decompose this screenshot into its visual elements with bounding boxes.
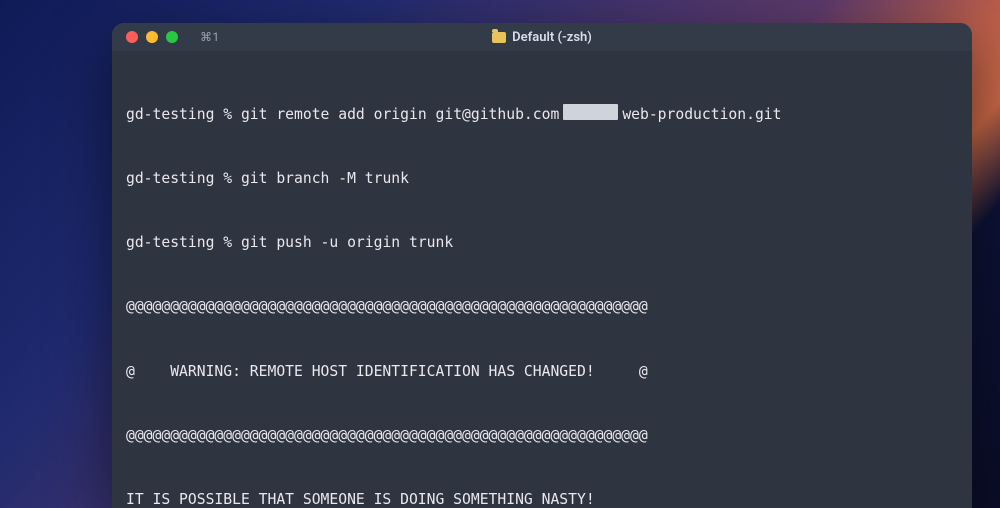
- tab-shortcut-hint: ⌘1: [200, 30, 220, 44]
- window-title: Default (-zsh): [112, 30, 972, 45]
- folder-icon: [492, 32, 506, 43]
- prompt: gd-testing %: [126, 104, 241, 125]
- command-text: git push -u origin trunk: [241, 232, 453, 253]
- minimize-icon[interactable]: [146, 31, 158, 43]
- command-text: web-production.git: [622, 104, 781, 125]
- window-title-text: Default (-zsh): [512, 30, 592, 45]
- window-titlebar: ⌘1 Default (-zsh): [112, 23, 972, 51]
- command-text: git remote add origin git@github.com: [241, 104, 559, 125]
- output-line: @@@@@@@@@@@@@@@@@@@@@@@@@@@@@@@@@@@@@@@@…: [112, 296, 972, 317]
- command-line: gd-testing % git push -u origin trunk: [112, 232, 972, 253]
- traffic-lights: [112, 31, 178, 43]
- output-line: @@@@@@@@@@@@@@@@@@@@@@@@@@@@@@@@@@@@@@@@…: [112, 425, 972, 446]
- close-icon[interactable]: [126, 31, 138, 43]
- output-warning-line: @ WARNING: REMOTE HOST IDENTIFICATION HA…: [112, 361, 972, 382]
- prompt: gd-testing %: [126, 232, 241, 253]
- fullscreen-icon[interactable]: [166, 31, 178, 43]
- redacted-text: [563, 104, 618, 120]
- terminal-window: ⌘1 Default (-zsh) gd-testing % git remot…: [112, 23, 972, 508]
- output-line: IT IS POSSIBLE THAT SOMEONE IS DOING SOM…: [112, 489, 972, 508]
- terminal-output[interactable]: gd-testing % git remote add origin git@g…: [112, 51, 972, 508]
- command-line: gd-testing % git remote add origin git@g…: [112, 104, 972, 125]
- command-line: gd-testing % git branch -M trunk: [112, 168, 972, 189]
- prompt: gd-testing %: [126, 168, 241, 189]
- command-text: git branch -M trunk: [241, 168, 409, 189]
